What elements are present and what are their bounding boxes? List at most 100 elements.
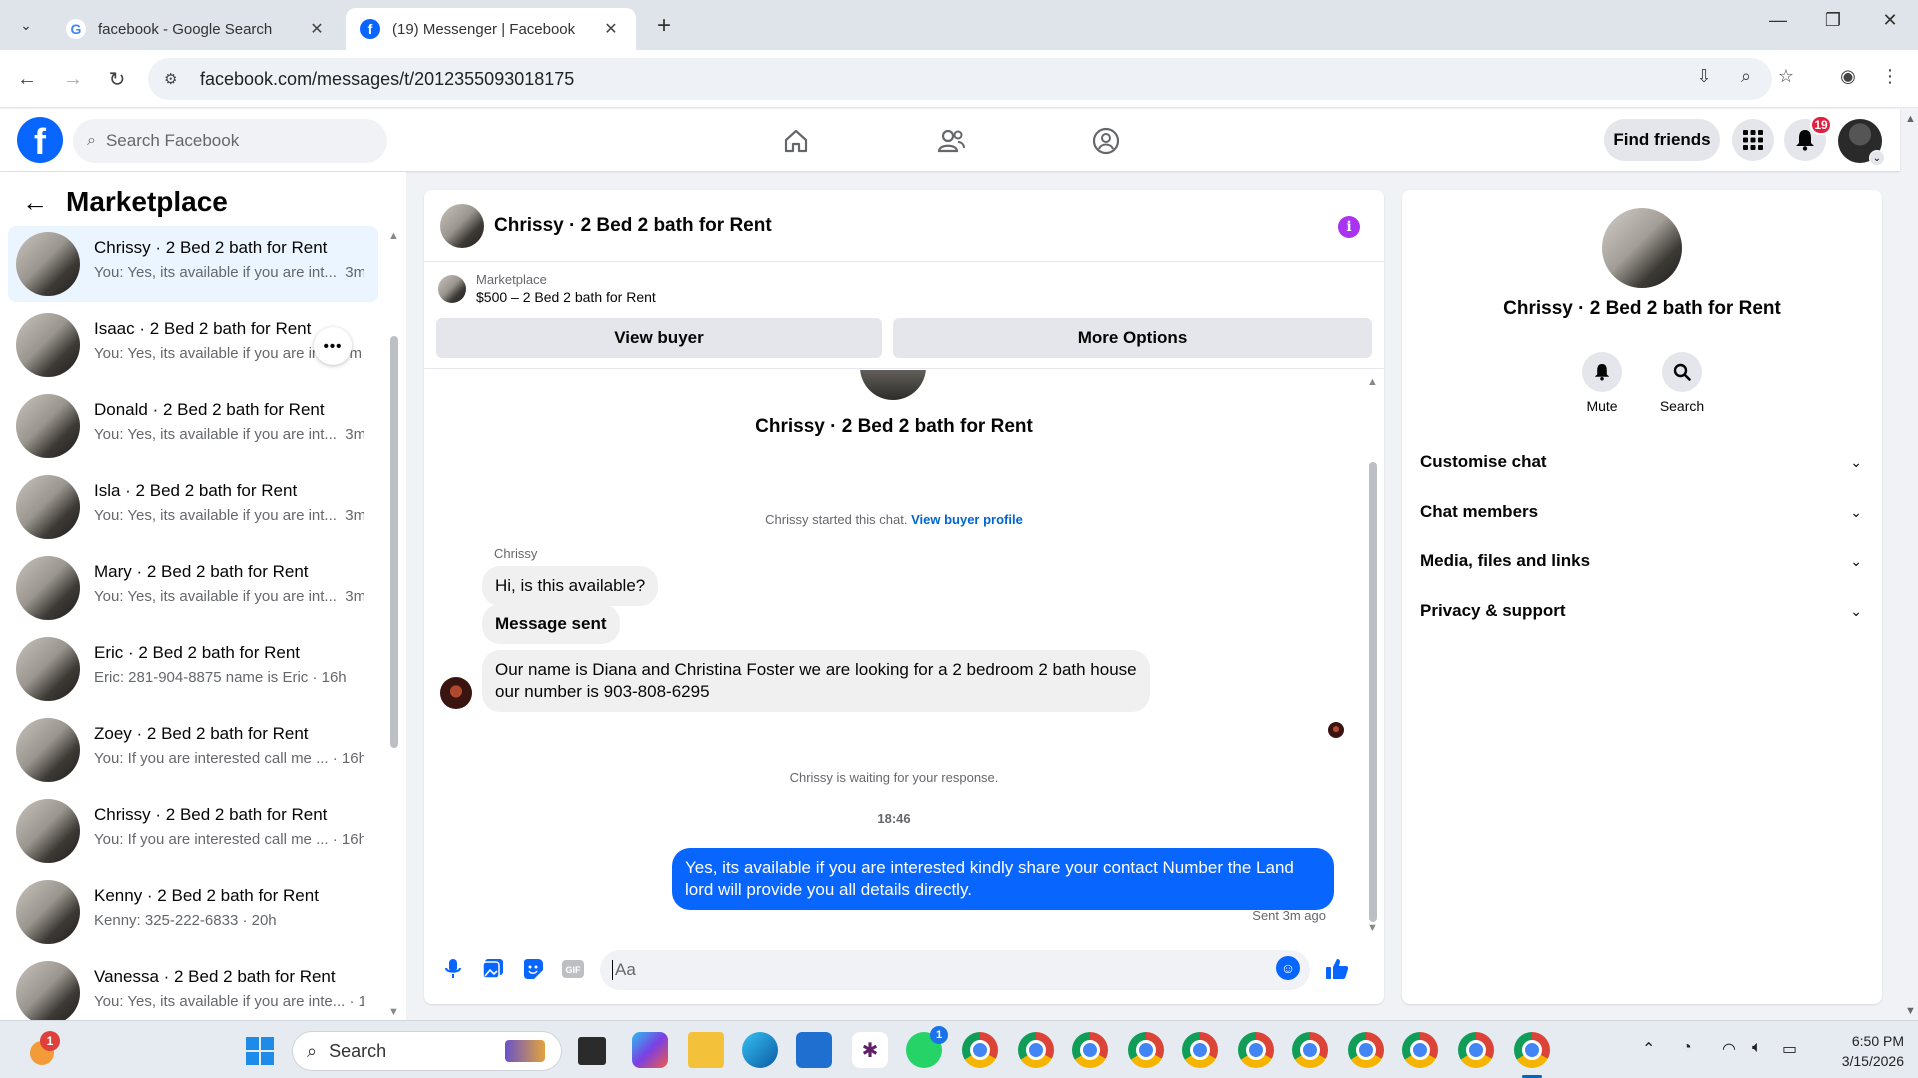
battery-icon[interactable]: ▭: [1782, 1039, 1797, 1059]
chat-scrollbar[interactable]: ▲ ▼: [1366, 376, 1380, 936]
address-bar[interactable]: ⚙ facebook.com/messages/t/20123550930181…: [148, 58, 1772, 100]
scroll-down-icon[interactable]: ▼: [1905, 1005, 1916, 1017]
listing-summary[interactable]: Marketplace $500 – 2 Bed 2 bath for Rent: [438, 272, 656, 305]
bookmark-star-icon[interactable]: ☆: [1772, 66, 1800, 87]
scroll-down-icon[interactable]: ▼: [388, 1006, 399, 1018]
incoming-message[interactable]: Message sent: [482, 604, 620, 644]
back-arrow-icon[interactable]: ←: [22, 187, 48, 218]
privacy-support-section[interactable]: Privacy & support ⌄: [1420, 591, 1870, 631]
system-clock[interactable]: 6:50 PM 3/15/2026: [1820, 1031, 1904, 1071]
minimize-button[interactable]: —: [1758, 10, 1798, 31]
restore-button[interactable]: ❐: [1813, 10, 1853, 31]
chat-title[interactable]: Chrissy · 2 Bed 2 bath for Rent: [494, 215, 772, 237]
zoom-icon[interactable]: ⌕: [1732, 66, 1760, 87]
back-button[interactable]: ←: [12, 64, 42, 94]
conversation-item[interactable]: Isaac · 2 Bed 2 bath for Rent You: Yes, …: [8, 307, 378, 383]
taskbar-search[interactable]: ⌕ Search: [292, 1031, 562, 1071]
close-tab-icon[interactable]: ✕: [600, 19, 622, 39]
sticker-icon[interactable]: [518, 954, 548, 984]
account-avatar[interactable]: ⌄: [1838, 119, 1885, 166]
conversation-item[interactable]: Vanessa · 2 Bed 2 bath for Rent You: Yes…: [8, 955, 378, 1020]
task-view-icon[interactable]: [578, 1037, 606, 1065]
whatsapp-icon[interactable]: 1: [906, 1026, 948, 1068]
forward-button[interactable]: →: [58, 64, 88, 94]
gif-icon[interactable]: GIF: [558, 954, 588, 984]
wifi-icon[interactable]: ◠: [1722, 1039, 1736, 1059]
microsoft-store-icon[interactable]: [796, 1032, 832, 1068]
chrome-icon[interactable]: [1458, 1032, 1494, 1068]
scroll-up-icon[interactable]: ▲: [1367, 376, 1378, 388]
scroll-up-icon[interactable]: ▲: [388, 230, 399, 242]
install-app-icon[interactable]: ⇩: [1690, 66, 1718, 87]
weather-widget[interactable]: 1: [26, 1031, 62, 1067]
menu-grid-button[interactable]: [1732, 119, 1774, 161]
reload-button[interactable]: ↻: [102, 64, 132, 94]
chrome-icon[interactable]: [1514, 1032, 1550, 1078]
facebook-logo[interactable]: f: [17, 117, 63, 163]
conversation-item[interactable]: Isla · 2 Bed 2 bath for Rent You: Yes, i…: [8, 469, 378, 545]
conversation-item[interactable]: Mary · 2 Bed 2 bath for Rent You: Yes, i…: [8, 550, 378, 626]
chrome-icon[interactable]: [1128, 1032, 1164, 1068]
incoming-message[interactable]: Hi, is this available?: [482, 566, 659, 606]
contact-avatar[interactable]: [1602, 208, 1682, 288]
profile-icon[interactable]: ◉: [1834, 66, 1862, 87]
scrollbar-thumb[interactable]: [1369, 462, 1377, 922]
more-options-icon[interactable]: •••: [314, 327, 352, 365]
chrome-icon[interactable]: [1072, 1032, 1108, 1068]
sender-avatar[interactable]: [440, 677, 472, 709]
chrome-icon[interactable]: [1182, 1032, 1218, 1068]
photo-icon[interactable]: [478, 954, 508, 984]
thumbs-up-icon[interactable]: [1322, 954, 1352, 984]
chrome-icon[interactable]: [962, 1032, 998, 1068]
friends-icon[interactable]: [929, 123, 973, 159]
sidebar-scrollbar[interactable]: ▲ ▼: [387, 226, 401, 1020]
chrome-icon[interactable]: [1018, 1032, 1054, 1068]
scroll-down-icon[interactable]: ▼: [1367, 922, 1378, 934]
volume-icon[interactable]: 🔈︎: [1752, 1039, 1762, 1057]
message-input[interactable]: Aa: [600, 950, 1310, 990]
facebook-search-input[interactable]: ⌕ Search Facebook: [73, 119, 387, 163]
conversation-item[interactable]: Eric · 2 Bed 2 bath for Rent Eric: 281-9…: [8, 631, 378, 707]
notifications-button[interactable]: 19: [1784, 115, 1832, 161]
mute-button[interactable]: Mute: [1562, 352, 1642, 414]
tab-google-search[interactable]: G facebook - Google Search ✕: [52, 8, 342, 50]
new-tab-button[interactable]: +: [650, 12, 678, 40]
slack-icon[interactable]: ✱: [852, 1032, 888, 1068]
customise-chat-section[interactable]: Customise chat ⌄: [1420, 442, 1870, 482]
start-button[interactable]: [246, 1037, 274, 1065]
emoji-icon[interactable]: ☺: [1276, 956, 1300, 980]
chrome-icon[interactable]: [1292, 1032, 1328, 1068]
site-info-icon[interactable]: ⚙: [164, 70, 186, 88]
conversation-item[interactable]: Chrissy · 2 Bed 2 bath for Rent You: If …: [8, 793, 378, 869]
media-files-links-section[interactable]: Media, files and links ⌄: [1420, 541, 1870, 581]
view-buyer-button[interactable]: View buyer: [436, 318, 882, 358]
view-buyer-profile-link[interactable]: View buyer profile: [911, 512, 1023, 527]
close-window-button[interactable]: ✕: [1870, 10, 1910, 31]
chrome-icon[interactable]: [1348, 1032, 1384, 1068]
chrome-icon[interactable]: [1238, 1032, 1274, 1068]
chat-avatar[interactable]: [440, 203, 484, 248]
conversation-item[interactable]: Donald · 2 Bed 2 bath for Rent You: Yes,…: [8, 388, 378, 464]
more-options-button[interactable]: More Options: [893, 318, 1372, 358]
tab-messenger[interactable]: f (19) Messenger | Facebook ✕: [346, 8, 636, 50]
home-icon[interactable]: [774, 123, 818, 159]
browser-menu-icon[interactable]: ⋮: [1876, 66, 1904, 87]
outgoing-message[interactable]: Yes, its available if you are interested…: [672, 848, 1334, 910]
incoming-message[interactable]: Our name is Diana and Christina Foster w…: [482, 650, 1150, 712]
scrollbar-thumb[interactable]: [390, 336, 398, 748]
tab-search-button[interactable]: ⌄: [10, 10, 42, 40]
close-tab-icon[interactable]: ✕: [306, 19, 328, 39]
file-explorer-icon[interactable]: [688, 1032, 724, 1068]
scroll-up-icon[interactable]: ▲: [1905, 113, 1916, 125]
edge-icon[interactable]: [742, 1032, 778, 1068]
info-icon[interactable]: i: [1338, 216, 1360, 238]
conversation-item[interactable]: Chrissy · 2 Bed 2 bath for Rent You: Yes…: [8, 226, 378, 302]
chevron-up-icon[interactable]: ⌃: [1642, 1039, 1655, 1059]
groups-icon[interactable]: [1084, 123, 1128, 159]
network-status-icon[interactable]: ◔: [1682, 1039, 1692, 1057]
chat-members-section[interactable]: Chat members ⌄: [1420, 492, 1870, 532]
conversation-item[interactable]: Zoey · 2 Bed 2 bath for Rent You: If you…: [8, 712, 378, 788]
microphone-icon[interactable]: [438, 954, 468, 984]
page-scrollbar[interactable]: ▲ ▼: [1902, 109, 1918, 1020]
m365-icon[interactable]: [632, 1032, 668, 1068]
